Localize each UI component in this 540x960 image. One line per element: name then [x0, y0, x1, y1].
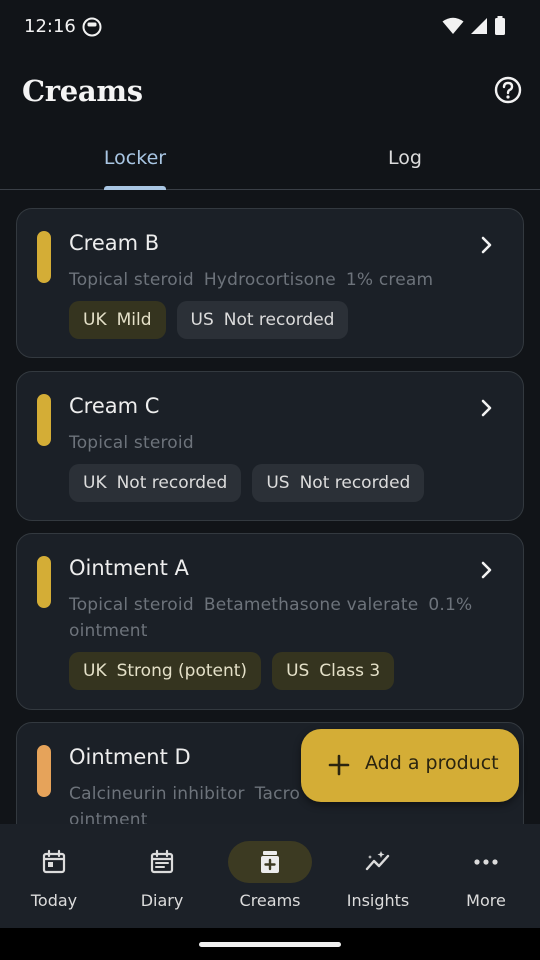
plus-icon	[328, 754, 350, 776]
product-card-cream-c[interactable]: Cream C Topical steroid UK Not recorded U…	[16, 371, 524, 521]
product-ingredient: Hydrocortisone	[203, 270, 336, 290]
status-time: 12:16	[24, 16, 76, 37]
add-product-button[interactable]: Add a product	[301, 729, 519, 802]
page-title: Creams	[22, 74, 143, 108]
tab-locker[interactable]: Locker	[0, 136, 270, 190]
calendar-icon	[42, 849, 66, 874]
product-details: Topical steroid Hydrocortisone 1% cream	[69, 267, 489, 293]
uk-potency-chip: UK Strong (potent)	[69, 652, 262, 690]
product-card-cream-b[interactable]: Cream B Topical steroid Hydrocortisone 1% …	[16, 208, 524, 358]
product-type: Topical steroid	[69, 433, 194, 453]
product-ingredient: Tacro	[254, 784, 301, 804]
nav-today[interactable]: Today	[0, 824, 108, 928]
nav-more[interactable]: More	[432, 824, 540, 928]
bottom-navigation: Today Diary Creams Insights More	[0, 824, 540, 928]
battery-icon	[495, 16, 505, 35]
home-gesture-handle[interactable]	[199, 942, 341, 947]
product-color-bar	[37, 745, 51, 797]
chevron-right-icon	[481, 236, 492, 254]
status-icons	[442, 16, 506, 36]
product-form: ointment	[69, 621, 148, 641]
wifi-icon	[442, 17, 464, 34]
us-potency-chip: US Class 3	[272, 652, 395, 690]
screen: 12:16 Creams Locker Log Cream B Topical …	[0, 0, 540, 960]
chevron-right-icon	[481, 561, 492, 579]
product-details: Topical steroid Betamethasone valerate 0.1…	[69, 592, 489, 644]
product-name: Ointment D	[69, 745, 191, 769]
uk-potency-chip: UK Not recorded	[69, 464, 242, 502]
product-type: Topical steroid	[69, 270, 194, 290]
gesture-area	[0, 928, 540, 960]
tab-log[interactable]: Log	[270, 136, 540, 190]
help-icon[interactable]	[494, 76, 522, 104]
nav-label: Diary	[140, 891, 184, 910]
product-type: Topical steroid	[69, 595, 194, 615]
nav-creams[interactable]: Creams	[216, 824, 324, 928]
nav-label: More	[466, 891, 506, 910]
cream-jar-icon	[261, 851, 279, 873]
us-potency-chip: US Not recorded	[252, 464, 425, 502]
product-name: Cream C	[69, 394, 160, 418]
product-type: Calcineurin inhibitor	[69, 784, 245, 804]
status-bar: 12:16	[0, 0, 540, 56]
product-color-bar	[37, 394, 51, 446]
product-details: Topical steroid	[69, 430, 489, 456]
product-color-bar	[37, 231, 51, 283]
add-product-label: Add a product	[365, 752, 499, 774]
nav-label: Insights	[346, 891, 410, 910]
product-color-bar	[37, 556, 51, 608]
chevron-right-icon	[481, 399, 492, 417]
more-icon	[474, 859, 498, 865]
tab-bar: Locker Log	[0, 136, 540, 190]
diary-icon	[150, 849, 174, 874]
nav-label: Creams	[239, 891, 301, 910]
potency-chips: UK Strong (potent) US Class 3	[69, 652, 395, 690]
us-potency-chip: US Not recorded	[176, 301, 349, 339]
product-strength: 0.1%	[428, 595, 473, 615]
app-bar: Creams	[0, 56, 540, 128]
potency-chips: UK Mild US Not recorded	[69, 301, 349, 339]
product-name: Cream B	[69, 231, 160, 255]
signal-icon	[471, 18, 487, 34]
potency-chips: UK Not recorded US Not recorded	[69, 464, 425, 502]
tab-locker-label: Locker	[103, 147, 167, 169]
nav-diary[interactable]: Diary	[108, 824, 216, 928]
nav-insights[interactable]: Insights	[324, 824, 432, 928]
product-form: ointment	[69, 810, 148, 824]
insights-icon	[365, 851, 390, 871]
uk-potency-chip: UK Mild	[69, 301, 166, 339]
tab-log-label: Log	[388, 147, 422, 169]
product-name: Ointment A	[69, 556, 189, 580]
product-ingredient: Betamethasone valerate	[203, 595, 419, 615]
app-notification-icon	[82, 17, 102, 37]
product-card-ointment-a[interactable]: Ointment A Topical steroid Betamethasone …	[16, 533, 524, 710]
product-strength: 1% cream	[345, 270, 434, 290]
nav-label: Today	[30, 891, 78, 910]
tab-indicator	[104, 186, 166, 190]
